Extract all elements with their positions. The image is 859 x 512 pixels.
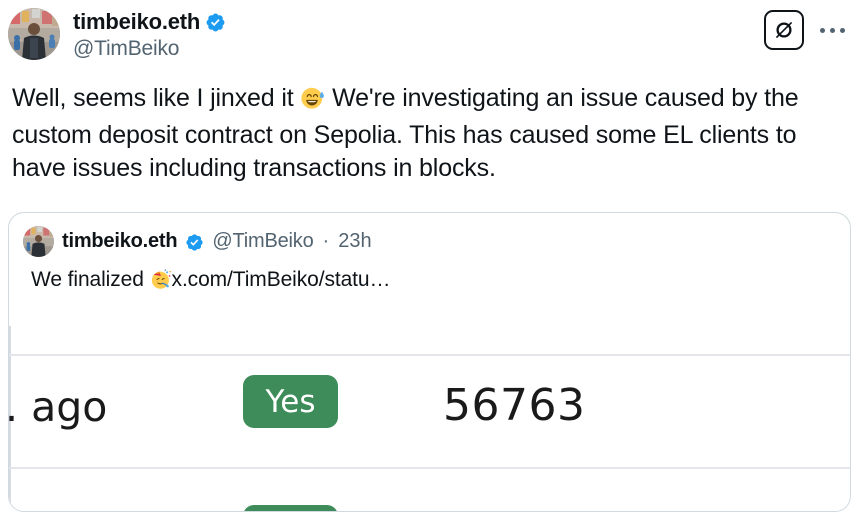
more-horizontal-icon[interactable] [818, 20, 847, 41]
verified-badge-icon [205, 12, 226, 33]
avatar[interactable] [8, 8, 60, 60]
quoted-handle: @TimBeiko [212, 230, 314, 252]
more-dot [830, 27, 835, 33]
status-badge-yes: Yes [243, 375, 338, 428]
tweet-container: timbeiko.eth @TimBeiko Well, seems like [0, 0, 859, 512]
tweet-header: timbeiko.eth @TimBeiko [8, 8, 847, 70]
partying-face-emoji [150, 268, 172, 299]
quoted-tweet-card[interactable]: timbeiko.eth @TimBeiko · 23h We finalize… [8, 212, 851, 512]
grok-icon[interactable] [764, 10, 804, 50]
author-handle[interactable]: @TimBeiko [73, 37, 226, 62]
author-name-block: timbeiko.eth @TimBeiko [73, 8, 226, 62]
quoted-verified-badge-icon [185, 233, 204, 252]
sweat-smile-emoji [300, 85, 325, 119]
quoted-timestamp: 23h [338, 230, 372, 252]
tweet-text-part1: Well, seems like I jinxed it [12, 84, 301, 112]
quoted-tweet-text: We finalized x.com/TimBeiko/statu… [9, 257, 850, 299]
quoted-text-before: We finalized [31, 268, 150, 291]
display-name-row[interactable]: timbeiko.eth [73, 9, 226, 35]
quoted-avatar[interactable] [23, 226, 54, 257]
table-cell-time-ago: . ago [9, 383, 108, 431]
quoted-display-name: timbeiko.eth [62, 230, 178, 252]
status-badge-yes-next-row [243, 505, 338, 511]
tweet-header-actions [764, 10, 847, 50]
table-cell-number: 56763 [443, 380, 586, 431]
tweet-text: Well, seems like I jinxed it We're inves… [8, 70, 847, 186]
display-name: timbeiko.eth [73, 9, 201, 34]
table-row-separator-top [9, 354, 850, 356]
quoted-separator: · [322, 230, 330, 252]
more-dot [840, 27, 845, 33]
table-row-separator-bottom [9, 467, 850, 469]
quoted-link[interactable]: x.com/TimBeiko/statu… [172, 268, 391, 291]
quoted-media-screenshot[interactable]: . ago Yes 56763 [9, 326, 850, 511]
more-dot [820, 27, 825, 33]
quoted-tweet-header: timbeiko.eth @TimBeiko · 23h [9, 213, 850, 257]
